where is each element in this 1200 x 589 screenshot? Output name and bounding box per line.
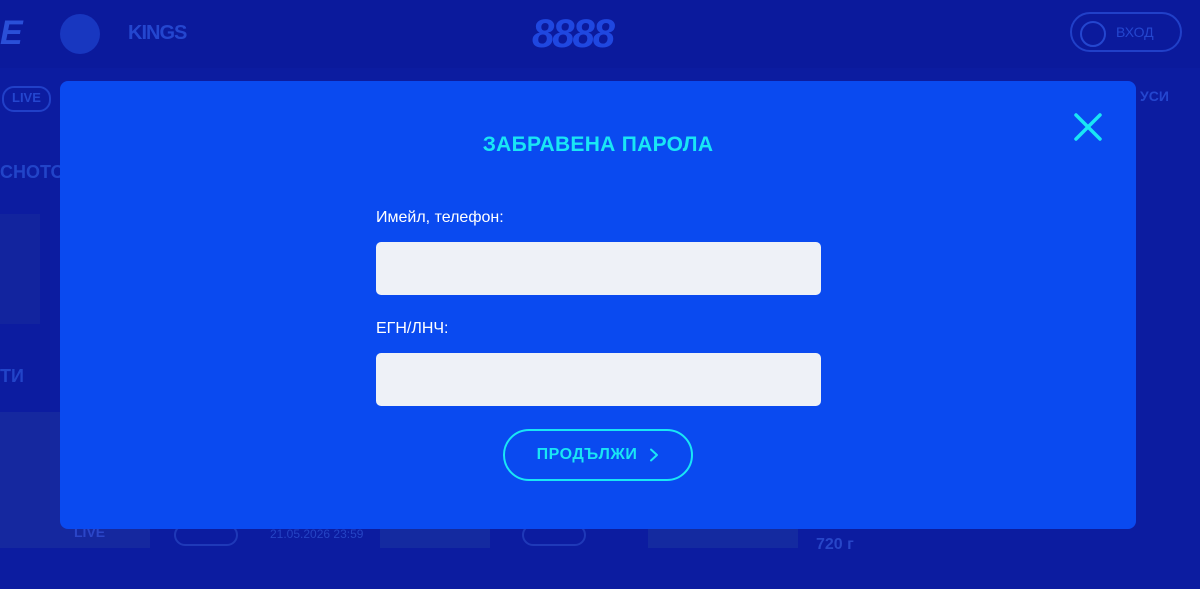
brand-logo: 8888 bbox=[532, 12, 615, 56]
continue-button-label: ПРОДЪЛЖИ bbox=[536, 446, 638, 463]
card-strip bbox=[648, 528, 798, 548]
card-date: 21.05.2026 23:59 bbox=[270, 527, 364, 541]
egn-label: ЕГН/ЛНЧ: bbox=[376, 320, 449, 337]
card-strip bbox=[380, 528, 490, 548]
email-phone-input[interactable] bbox=[376, 242, 821, 295]
email-phone-label: Имейл, телефон: bbox=[376, 209, 504, 226]
card-price: 720 г bbox=[816, 536, 854, 553]
kings-logo: KINGS bbox=[128, 22, 187, 44]
clover-logo-icon bbox=[60, 14, 100, 54]
site-logo: E bbox=[0, 14, 23, 52]
login-button: ВХОД bbox=[1070, 12, 1182, 52]
modal-title: ЗАБРАВЕНА ПАРОЛА bbox=[482, 133, 714, 156]
promotions-link: УСИ bbox=[1140, 88, 1169, 104]
forgot-password-modal: ЗАБРАВЕНА ПАРОЛА Имейл, телефон: ЕГН/ЛНЧ… bbox=[60, 81, 1136, 529]
continue-button[interactable]: ПРОДЪЛЖИ bbox=[503, 429, 693, 481]
egn-input[interactable] bbox=[376, 353, 821, 406]
section-title: ТИ bbox=[0, 366, 24, 386]
game-card bbox=[0, 214, 40, 324]
section-title: СНОТО bbox=[0, 162, 65, 182]
chevron-right-icon bbox=[650, 448, 659, 462]
live-badge: LIVE bbox=[2, 86, 51, 112]
